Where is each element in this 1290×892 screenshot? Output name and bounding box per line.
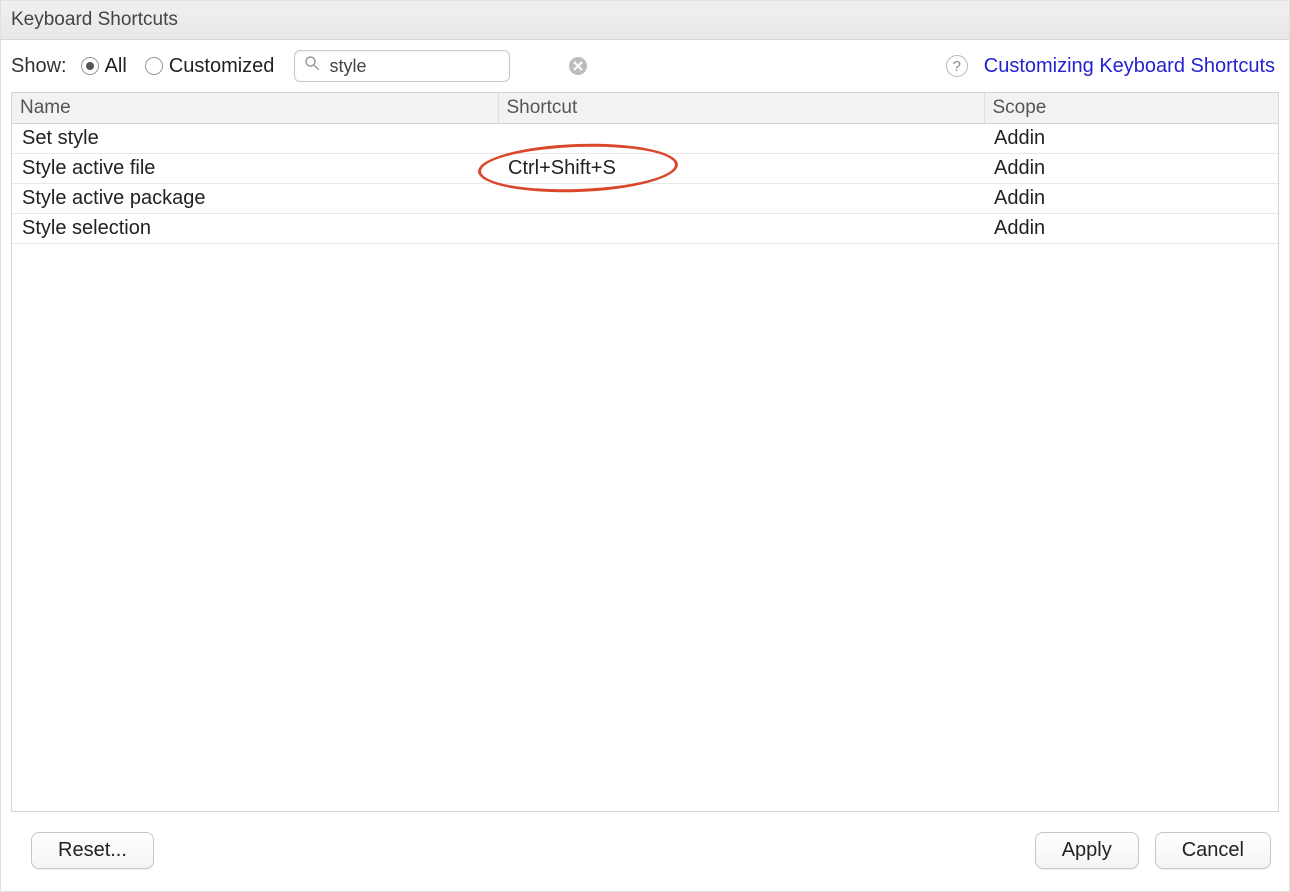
- radio-dot-icon: [81, 57, 99, 75]
- cell-scope: Addin: [984, 154, 1278, 184]
- keyboard-shortcuts-dialog: Keyboard Shortcuts Show: All Customized: [0, 0, 1290, 892]
- table-row[interactable]: Style active package Addin: [12, 184, 1278, 214]
- dialog-footer: Reset... Apply Cancel: [1, 822, 1289, 891]
- shortcuts-table-wrap: Name Shortcut Scope Set styleAddinStyle …: [11, 92, 1279, 812]
- cell-shortcut[interactable]: Ctrl+Shift+S: [498, 154, 984, 184]
- cell-name: Style active file: [12, 154, 498, 184]
- col-header-scope[interactable]: Scope: [984, 93, 1278, 124]
- radio-all[interactable]: All: [81, 55, 127, 78]
- col-header-shortcut[interactable]: Shortcut: [498, 93, 984, 124]
- table-row[interactable]: Set style Addin: [12, 124, 1278, 154]
- cell-name: Style selection: [12, 214, 498, 244]
- reset-button[interactable]: Reset...: [31, 832, 154, 869]
- toolbar: Show: All Customized: [1, 40, 1289, 92]
- cell-scope: Addin: [984, 184, 1278, 214]
- search-icon: [303, 54, 321, 78]
- help-link[interactable]: Customizing Keyboard Shortcuts: [984, 55, 1275, 78]
- search-box[interactable]: [294, 50, 510, 82]
- show-radiogroup: All Customized: [81, 55, 275, 78]
- cell-name: Set style: [12, 124, 498, 154]
- radio-customized-label: Customized: [169, 55, 275, 78]
- cell-shortcut[interactable]: [498, 124, 984, 154]
- window-title: Keyboard Shortcuts: [1, 1, 1289, 40]
- cell-shortcut[interactable]: [498, 214, 984, 244]
- cell-name: Style active package: [12, 184, 498, 214]
- col-header-name[interactable]: Name: [12, 93, 498, 124]
- radio-dot-icon: [145, 57, 163, 75]
- help-icon[interactable]: ?: [946, 55, 968, 77]
- cell-scope: Addin: [984, 124, 1278, 154]
- shortcuts-table: Name Shortcut Scope Set styleAddinStyle …: [12, 93, 1278, 244]
- cancel-button[interactable]: Cancel: [1155, 832, 1271, 869]
- search-input[interactable]: [327, 55, 563, 78]
- clear-search-icon[interactable]: [569, 57, 587, 75]
- radio-customized[interactable]: Customized: [145, 55, 275, 78]
- cell-shortcut[interactable]: [498, 184, 984, 214]
- table-row[interactable]: Style selection Addin: [12, 214, 1278, 244]
- show-label: Show:: [11, 55, 67, 78]
- cell-scope: Addin: [984, 214, 1278, 244]
- table-row[interactable]: Style active fileCtrl+Shift+SAddin: [12, 154, 1278, 184]
- apply-button[interactable]: Apply: [1035, 832, 1139, 869]
- radio-all-label: All: [105, 55, 127, 78]
